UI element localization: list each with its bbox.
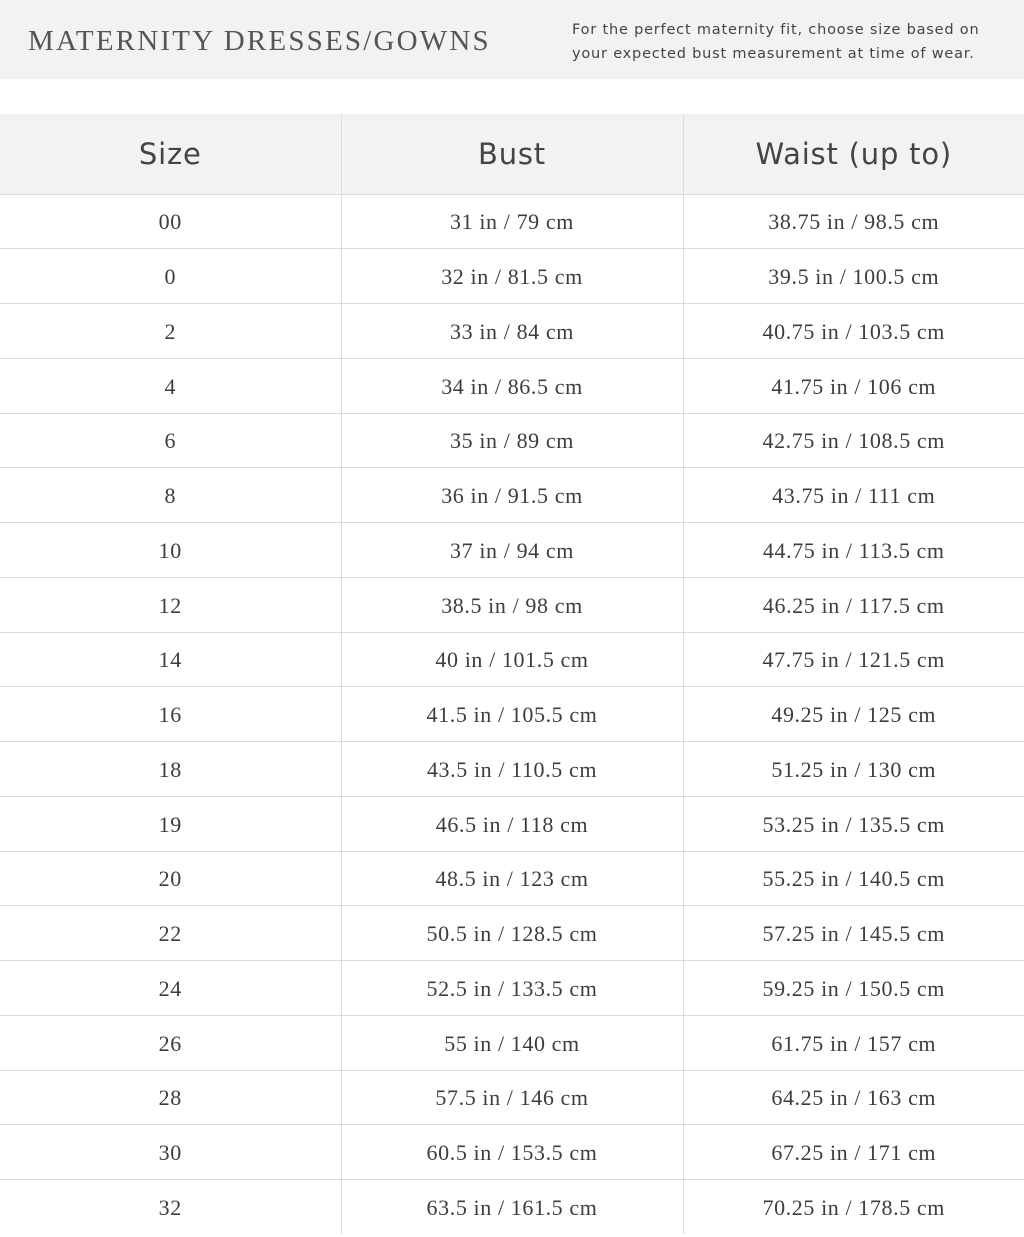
table-header: Size Bust Waist (up to) (0, 114, 1024, 195)
waist-cell: 51.25 in / 130 cm (682, 741, 1024, 797)
header-row: Size Bust Waist (up to) (0, 114, 1024, 195)
table-row: 00 31 in / 79 cm 38.75 in / 98.5 cm (0, 194, 1024, 250)
table-row: 26 55 in / 140 cm 61.75 in / 157 cm (0, 1015, 1024, 1071)
waist-cell: 38.75 in / 98.5 cm (682, 194, 1024, 250)
header-bar: MATERNITY DRESSES/GOWNS For the perfect … (0, 0, 1024, 79)
bust-cell: 36 in / 91.5 cm (340, 467, 683, 523)
table-row: 16 41.5 in / 105.5 cm 49.25 in / 125 cm (0, 686, 1024, 742)
waist-cell: 55.25 in / 140.5 cm (682, 851, 1024, 907)
bust-cell: 46.5 in / 118 cm (340, 796, 683, 852)
page-title: MATERNITY DRESSES/GOWNS (28, 25, 491, 57)
size-cell: 8 (0, 467, 341, 523)
waist-cell: 49.25 in / 125 cm (682, 686, 1024, 742)
waist-cell: 67.25 in / 171 cm (682, 1124, 1024, 1180)
waist-cell: 61.75 in / 157 cm (682, 1015, 1024, 1071)
size-cell: 14 (0, 632, 341, 688)
table-row: 12 38.5 in / 98 cm 46.25 in / 117.5 cm (0, 577, 1024, 633)
waist-cell: 64.25 in / 163 cm (682, 1070, 1024, 1126)
waist-cell: 41.75 in / 106 cm (682, 358, 1024, 414)
bust-cell: 63.5 in / 161.5 cm (340, 1179, 683, 1235)
bust-cell: 55 in / 140 cm (340, 1015, 683, 1071)
size-cell: 6 (0, 413, 341, 469)
table-body: 00 31 in / 79 cm 38.75 in / 98.5 cm 0 32… (0, 194, 1024, 1235)
table-row: 8 36 in / 91.5 cm 43.75 in / 111 cm (0, 467, 1024, 523)
table-row: 2 33 in / 84 cm 40.75 in / 103.5 cm (0, 303, 1024, 359)
size-cell: 32 (158, 1195, 182, 1221)
bust-cell: 33 in / 84 cm (340, 303, 683, 359)
waist-cell: 39.5 in / 100.5 cm (682, 248, 1024, 304)
size-cell: 00 (0, 194, 341, 250)
bust-cell: 57.5 in / 146 cm (340, 1070, 683, 1126)
size-chart-table: Size Bust Waist (up to) 00 31 in / 79 cm… (0, 114, 1024, 1235)
column-header-waist: Waist (up to) (682, 114, 1024, 195)
waist-cell: 46.25 in / 117.5 cm (682, 577, 1024, 633)
size-cell: 30 (0, 1124, 341, 1180)
waist-cell: 57.25 in / 145.5 cm (682, 905, 1024, 961)
bust-cell: 38.5 in / 98 cm (340, 577, 683, 633)
size-cell: 19 (0, 796, 341, 852)
table-row: 4 34 in / 86.5 cm 41.75 in / 106 cm (0, 358, 1024, 414)
table-row: 14 40 in / 101.5 cm 47.75 in / 121.5 cm (0, 632, 1024, 688)
waist-cell: 59.25 in / 150.5 cm (682, 960, 1024, 1016)
waist-cell: 53.25 in / 135.5 cm (682, 796, 1024, 852)
bust-cell: 34 in / 86.5 cm (340, 358, 683, 414)
size-cell: 26 (0, 1015, 341, 1071)
size-cell: 12 (0, 577, 341, 633)
spacer (0, 79, 1024, 114)
fit-note: For the perfect maternity fit, choose si… (572, 22, 980, 62)
bust-cell: 48.5 in / 123 cm (340, 851, 683, 907)
size-cell: 22 (0, 905, 341, 961)
bust-cell: 32 in / 81.5 cm (340, 248, 683, 304)
size-cell: 24 (0, 960, 341, 1016)
column-header-size: Size (0, 114, 341, 195)
table-row: 24 52.5 in / 133.5 cm 59.25 in / 150.5 c… (0, 960, 1024, 1016)
bust-cell: 37 in / 94 cm (340, 522, 683, 578)
bust-cell: 50.5 in / 128.5 cm (340, 905, 683, 961)
waist-cell: 70.25 in / 178.5 cm (682, 1179, 1024, 1235)
column-header-bust: Bust (340, 114, 683, 195)
size-cell: 16 (0, 686, 341, 742)
size-cell: 2 (0, 303, 341, 359)
waist-cell: 40.75 in / 103.5 cm (682, 303, 1024, 359)
table-row: 20 48.5 in / 123 cm 55.25 in / 140.5 cm (0, 851, 1024, 907)
table-row: 28 57.5 in / 146 cm 64.25 in / 163 cm (0, 1070, 1024, 1126)
table-row: 18 43.5 in / 110.5 cm 51.25 in / 130 cm (0, 741, 1024, 797)
bust-cell: 41.5 in / 105.5 cm (340, 686, 683, 742)
waist-cell: 42.75 in / 108.5 cm (682, 413, 1024, 469)
waist-cell: 47.75 in / 121.5 cm (682, 632, 1024, 688)
table-row: 0 32 in / 81.5 cm 39.5 in / 100.5 cm (0, 248, 1024, 304)
bust-cell: 52.5 in / 133.5 cm (340, 960, 683, 1016)
waist-cell: 43.75 in / 111 cm (682, 467, 1024, 523)
bust-cell: 60.5 in / 153.5 cm (340, 1124, 683, 1180)
size-cell: 0 (0, 248, 341, 304)
size-cell: 4 (0, 358, 341, 414)
size-cell: 28 (0, 1070, 341, 1126)
bust-cell: 43.5 in / 110.5 cm (340, 741, 683, 797)
size-cell: 20 (0, 851, 341, 907)
table-row: 6 35 in / 89 cm 42.75 in / 108.5 cm (0, 413, 1024, 469)
table-row: 22 50.5 in / 128.5 cm 57.25 in / 145.5 c… (0, 905, 1024, 961)
waist-cell: 44.75 in / 113.5 cm (682, 522, 1024, 578)
table-row: 30 60.5 in / 153.5 cm 67.25 in / 171 cm (0, 1124, 1024, 1180)
size-cell: 18 (0, 741, 341, 797)
table-row: 32 63.5 in / 161.5 cm 70.25 in / 178.5 c… (0, 1179, 1024, 1235)
table-row: 10 37 in / 94 cm 44.75 in / 113.5 cm (0, 522, 1024, 578)
size-cell: 10 (0, 522, 341, 578)
table-row: 19 46.5 in / 118 cm 53.25 in / 135.5 cm (0, 796, 1024, 852)
bust-cell: 31 in / 79 cm (340, 194, 683, 250)
bust-cell: 40 in / 101.5 cm (340, 632, 683, 688)
bust-cell: 35 in / 89 cm (340, 413, 683, 469)
